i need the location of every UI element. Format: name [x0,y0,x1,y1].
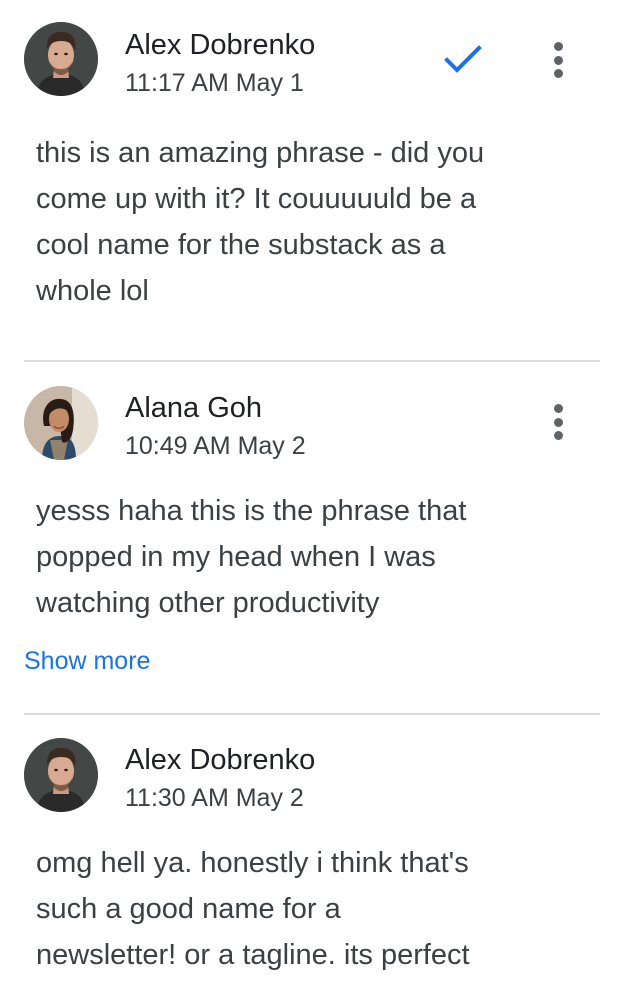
more-vert-icon[interactable] [540,36,576,84]
comment-divider [24,713,600,715]
man-portrait-avatar-icon [24,22,98,96]
comment-body-line: this is an amazing phrase - did you [36,137,485,169]
comment-body: yesss haha this is the phrase that poppe… [36,488,596,626]
comment-timestamp: 10:49 AM May 2 [125,432,306,460]
resolve-check-icon[interactable] [441,42,485,78]
comment-body-line: yesss haha this is the phrase that [36,495,467,527]
woman-portrait-avatar-icon [24,386,98,460]
comment-body-line: whole lol [36,275,149,307]
comment-author: Alex Dobrenko [125,744,316,776]
avatar[interactable] [24,386,98,460]
comment-body-line: come up with it? It couuuuuld be a [36,183,477,215]
comment-body: this is an amazing phrase - did you come… [36,130,596,314]
more-vert-icon[interactable] [540,398,576,446]
comment-body-line: popped in my head when I was [36,541,436,573]
comment-timestamp: 11:17 AM May 1 [125,69,304,97]
avatar[interactable] [24,738,98,812]
man-portrait-avatar-icon [24,738,98,812]
comment-author: Alex Dobrenko [125,29,316,61]
comment-body-line: newsletter! or a tagline. its perfect [36,939,470,971]
comment-body-line: omg hell ya. honestly i think that's [36,847,469,879]
avatar[interactable] [24,22,98,96]
comment-body: omg hell ya. honestly i think that's suc… [36,840,596,978]
comment-body-line: watching other productivity [36,587,380,619]
comment-body-line: such a good name for a [36,893,341,925]
comment-body-line: cool name for the substack as a [36,229,446,261]
comment-author: Alana Goh [125,392,263,424]
show-more-link[interactable]: Show more [24,646,150,676]
comment-timestamp: 11:30 AM May 2 [125,784,304,812]
comment-divider [24,360,600,362]
